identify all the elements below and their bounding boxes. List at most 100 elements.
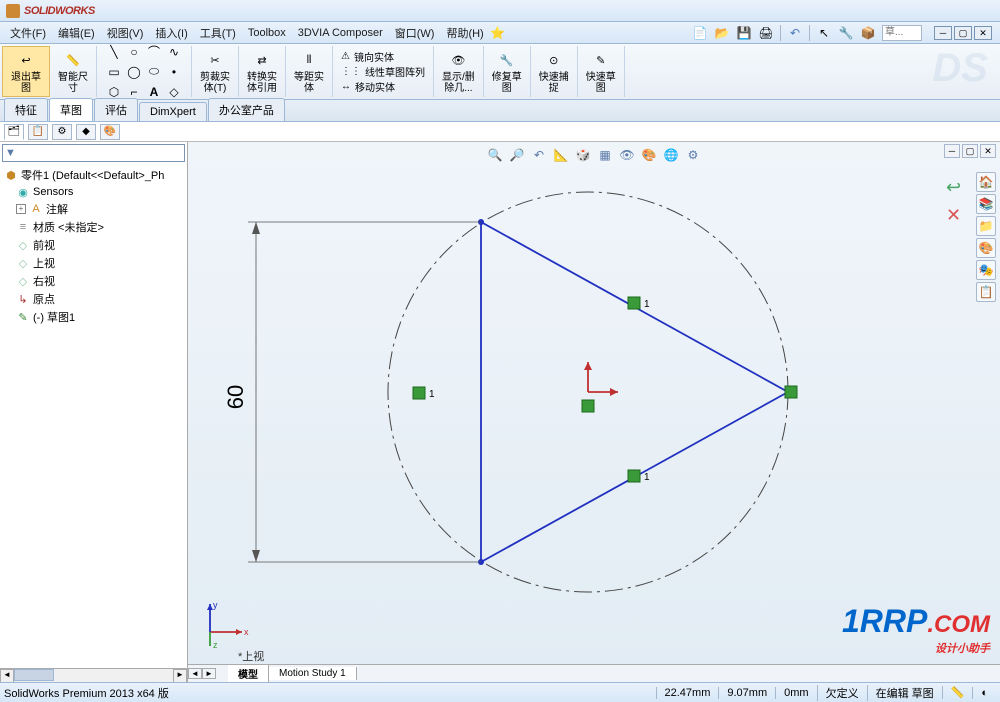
circle-icon[interactable]: ○ [125,43,143,61]
tree-sensors[interactable]: ◉ Sensors [2,184,185,200]
move-button[interactable]: ↔移动实体 [341,79,395,94]
options-icon[interactable]: 📦 [860,25,876,41]
rapid-sketch-button[interactable]: ✎ 快速草 图 [586,49,616,94]
menu-window[interactable]: 窗口(W) [389,23,441,43]
tree-filter-input[interactable]: ▼ [2,144,185,162]
exit-sketch-icon: ↩ [15,49,37,71]
new-icon[interactable]: 📄 [692,25,708,41]
tab-features[interactable]: 特征 [4,98,48,121]
point-icon[interactable]: • [165,63,183,81]
sketch-relation[interactable]: 1 [413,387,435,400]
quick-snap-button[interactable]: ⊙ 快速捕 捉 [539,49,569,94]
sketch-canvas[interactable]: 60 1 1 1 [188,142,1000,682]
select-icon[interactable]: ↖ [816,25,832,41]
line-icon[interactable]: ╲ [105,43,123,61]
undo-icon[interactable]: ↶ [787,25,803,41]
tree-scrollbar[interactable]: ◄ ► [0,668,187,682]
status-unit-icon[interactable]: 📏 [942,686,973,699]
menu-toolbox[interactable]: Toolbox [242,25,292,41]
plane-icon[interactable]: ◇ [165,83,183,101]
tree-material[interactable]: ≡ 材质 <未指定> [2,218,185,236]
save-icon[interactable]: 💾 [736,25,752,41]
search-input[interactable] [882,25,922,41]
print-icon[interactable]: 🖨 [758,25,774,41]
tree-right-plane[interactable]: ◇ 右视 [2,272,185,290]
tab-scroll-right[interactable]: ► [202,668,216,679]
model-tab[interactable]: 模型 [228,665,269,682]
spline-icon[interactable]: ∿ [165,43,183,61]
menu-composer[interactable]: 3DVIA Composer [292,25,389,41]
menu-bar: 文件(F) 编辑(E) 视图(V) 插入(I) 工具(T) Toolbox 3D… [0,22,1000,44]
feature-tree[interactable]: ⬢ 零件1 (Default<<Default>_Ph ◉ Sensors + … [0,164,187,668]
display-delete-button[interactable]: 👁 显示/删 除几... [442,49,475,94]
sketch-icon: ✎ [16,310,30,324]
sketch-triangle[interactable] [481,222,788,562]
help-icon[interactable]: ⭐ [490,25,506,41]
svg-text:1: 1 [644,299,650,310]
feature-manager-tab[interactable]: 🗂 [4,124,24,140]
sketch-relation[interactable]: 1 [628,297,650,310]
menu-tools[interactable]: 工具(T) [194,23,242,43]
display-manager-tab[interactable]: 🎨 [100,124,120,140]
menu-view[interactable]: 视图(V) [101,23,150,43]
ellipse-icon[interactable]: ◯ [125,63,143,81]
scroll-left-button[interactable]: ◄ [0,669,14,682]
sketch-relation[interactable]: 1 [628,470,650,483]
scroll-right-button[interactable]: ► [173,669,187,682]
menu-file[interactable]: 文件(F) [4,23,52,43]
motion-study-tab[interactable]: Motion Study 1 [269,667,357,680]
scroll-track[interactable] [14,669,173,682]
sketch-relation[interactable] [785,386,797,398]
ribbon-spacer [625,46,933,97]
repair-button[interactable]: 🔧 修复草 图 [492,49,522,94]
slot-icon[interactable]: ⬭ [145,63,163,81]
trim-button[interactable]: ✂ 剪裁实 体(T) [200,49,230,94]
sketch-relation[interactable] [582,400,594,412]
tab-office[interactable]: 办公室产品 [208,98,285,121]
property-manager-tab[interactable]: 📋 [28,124,48,140]
dimxpert-manager-tab[interactable]: ◆ [76,124,96,140]
tree-sketch1[interactable]: ✎ (-) 草图1 [2,308,185,326]
close-button[interactable]: ✕ [974,26,992,40]
view-triad[interactable]: x y z [200,602,250,652]
tab-scroll-left[interactable]: ◄ [188,668,202,679]
scroll-thumb[interactable] [14,669,54,681]
filter-icon: ▼ [5,147,17,159]
mirror-button[interactable]: ⚠镜向实体 [341,49,394,64]
offset-button[interactable]: ⫴ 等距实 体 [294,49,324,94]
open-icon[interactable]: 📂 [714,25,730,41]
linear-pattern-button[interactable]: ⋮⋮线性草图阵列 [341,64,425,79]
status-y: 9.07mm [718,687,775,699]
sketch-origin[interactable] [584,362,618,396]
tree-origin[interactable]: ↳ 原点 [2,290,185,308]
plane-icon: ◇ [16,274,30,288]
minimize-button[interactable]: ─ [934,26,952,40]
tree-root[interactable]: ⬢ 零件1 (Default<<Default>_Ph [2,166,185,184]
menu-insert[interactable]: 插入(I) [149,23,193,43]
tab-dimxpert[interactable]: DimXpert [139,102,207,121]
dimension-value[interactable]: 60 [223,385,248,409]
menu-edit[interactable]: 编辑(E) [52,23,101,43]
menu-help[interactable]: 帮助(H) [440,23,489,43]
rebuild-icon[interactable]: 🔧 [838,25,854,41]
convert-button[interactable]: ⇄ 转换实 体引用 [247,49,277,94]
text-icon[interactable]: A [145,83,163,101]
status-custom-icon[interactable]: ◐ [972,687,996,699]
configuration-manager-tab[interactable]: ⚙ [52,124,72,140]
arc-icon[interactable]: ⌒ [145,43,163,61]
arrow-icon [252,222,260,234]
exit-sketch-button[interactable]: ↩ 退出草 图 [11,49,41,94]
tree-annotations[interactable]: + A 注解 [2,200,185,218]
quick-access-toolbar: 📄 📂 💾 🖨 ↶ ↖ 🔧 📦 ─ ▢ ✕ [692,25,996,41]
expand-icon[interactable]: + [16,204,26,214]
rectangle-icon[interactable]: ▭ [105,63,123,81]
maximize-button[interactable]: ▢ [954,26,972,40]
convert-icon: ⇄ [251,49,273,71]
graphics-viewport[interactable]: 🔍 🔎 ↶ 📐 🎲 ▦ 👁 🎨 🌐 ⚙ ─ ▢ ✕ ↩ ✕ 🏠 📚 📁 🎨 🎭 [188,142,1000,682]
move-icon: ↔ [341,81,351,92]
tab-sketch[interactable]: 草图 [49,98,93,121]
smart-dimension-button[interactable]: 📏 智能尺 寸 [58,49,88,94]
tree-top-plane[interactable]: ◇ 上视 [2,254,185,272]
tab-evaluate[interactable]: 评估 [94,98,138,121]
tree-front-plane[interactable]: ◇ 前视 [2,236,185,254]
